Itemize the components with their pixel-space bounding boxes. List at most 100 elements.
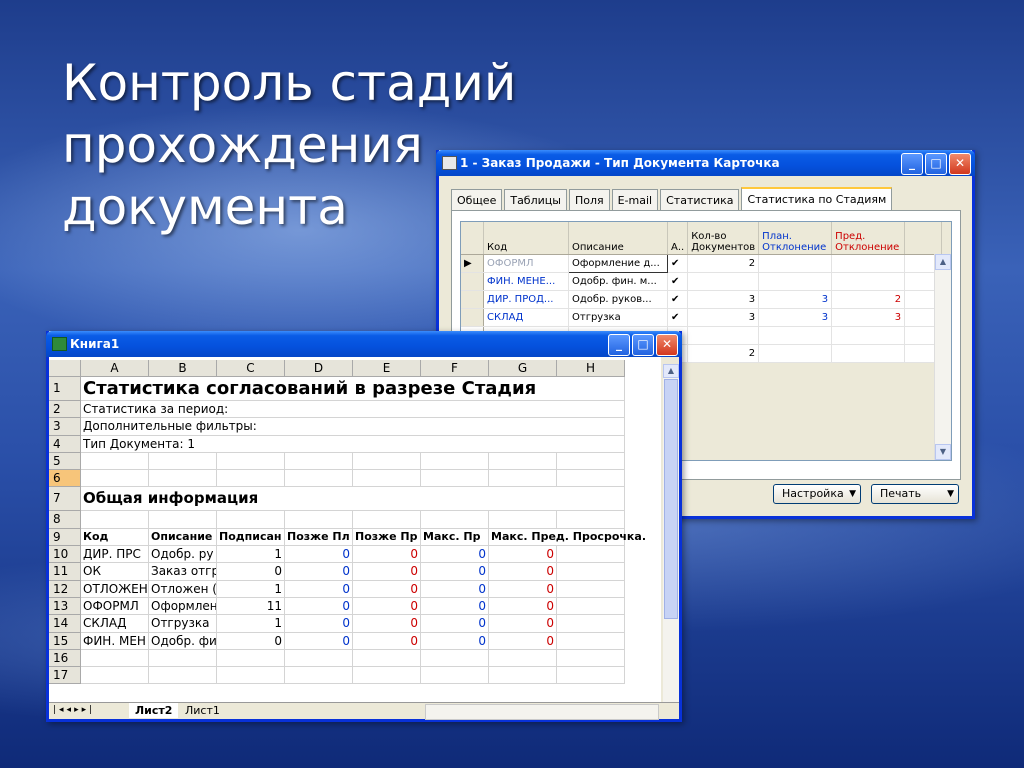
row-header[interactable]: 10	[49, 546, 81, 564]
tab-tables[interactable]: Таблицы	[504, 189, 567, 211]
cell-description[interactable]: Отгрузка	[149, 615, 217, 633]
cell-late-pred[interactable]: 0	[353, 580, 421, 598]
row-header[interactable]: 5	[49, 452, 81, 471]
row-header[interactable]: 1	[49, 377, 81, 401]
cell-code[interactable]: СКЛАД	[81, 615, 149, 633]
col-header-d[interactable]: D	[285, 360, 353, 377]
check-icon[interactable]: ✔	[667, 308, 689, 327]
cell-max-pred[interactable]: 0	[489, 632, 557, 650]
row-header-selected[interactable]: 6	[49, 470, 81, 488]
row-pointer-icon[interactable]: ▶	[461, 254, 484, 273]
cell-late-pred[interactable]: 0	[353, 546, 421, 564]
cell-description[interactable]: Оформление д...	[568, 254, 668, 273]
table-row[interactable]: ФИН. МЕНЕ... Одобр. фин. м... ✔	[461, 272, 943, 291]
tab-stage-statistics[interactable]: Статистика по Стадиям	[741, 187, 893, 212]
col-description[interactable]: Описание	[568, 222, 668, 255]
cell-description[interactable]: Одобр. фи	[149, 632, 217, 650]
sheet-nav-arrows-icon[interactable]: |◂◂▸▸|	[53, 703, 95, 718]
row-header[interactable]: 11	[49, 563, 81, 581]
cell-signed[interactable]: 1	[217, 580, 285, 598]
cell-signed[interactable]: 1	[217, 546, 285, 564]
cell-signed[interactable]: 1	[217, 615, 285, 633]
cell-code[interactable]: СКЛАД	[483, 308, 569, 327]
row-selector[interactable]	[461, 290, 484, 309]
cell-code[interactable]: ОФОРМЛ	[483, 254, 569, 273]
cell-late-plan[interactable]: 0	[285, 546, 353, 564]
col-plan-deviation[interactable]: План. Отклонение	[758, 222, 833, 255]
header-late-plan[interactable]: Позже Пл	[285, 528, 353, 547]
cell-late-plan[interactable]: 0	[285, 580, 353, 598]
section-title[interactable]: Общая информация	[81, 487, 625, 512]
check-icon[interactable]: ✔	[667, 254, 689, 273]
row-header[interactable]: 9	[49, 528, 81, 547]
cell-late-plan[interactable]: 0	[285, 615, 353, 633]
tab-general[interactable]: Общее	[451, 189, 503, 211]
row-header[interactable]: 17	[49, 667, 81, 685]
cell-max-plan[interactable]: 0	[421, 563, 489, 581]
row-selector[interactable]	[461, 272, 484, 291]
cell-description[interactable]: Отложен (	[149, 580, 217, 598]
close-button[interactable]: ✕	[656, 334, 678, 356]
col-header-g[interactable]: G	[489, 360, 557, 377]
cell-signed[interactable]: 0	[217, 632, 285, 650]
cell-max-plan[interactable]: 0	[421, 597, 489, 616]
cell-max-pred[interactable]: 0	[489, 597, 557, 616]
order-window-titlebar[interactable]: 1 - Заказ Продажи - Тип Документа Карточ…	[436, 150, 975, 176]
scroll-down-icon[interactable]: ▼	[935, 444, 951, 460]
row-header[interactable]: 13	[49, 597, 81, 616]
cell-max-plan[interactable]: 0	[421, 632, 489, 650]
sheet-tab-list2[interactable]: Лист2	[129, 703, 179, 718]
sheet-title[interactable]: Статистика согласований в разрезе Стадия	[81, 377, 625, 401]
table-row[interactable]: ДИР. ПРОД... Одобр. руков... ✔ 3 3 2	[461, 290, 943, 309]
sheet-vertical-scrollbar[interactable]: ▲	[663, 364, 679, 702]
cell-code[interactable]: ОФОРМЛ	[81, 597, 149, 616]
table-row[interactable]: ▶ ОФОРМЛ Оформление д... ✔ 2	[461, 254, 943, 273]
sheet-horizontal-scrollbar[interactable]	[425, 704, 659, 720]
cell-late-plan[interactable]: 0	[285, 632, 353, 650]
row-header[interactable]: 16	[49, 649, 81, 668]
close-button[interactable]: ✕	[949, 153, 971, 175]
cell-code[interactable]: ФИН. МЕНЕ...	[483, 272, 569, 291]
workbook-titlebar[interactable]: Книга1 _ □ ✕	[46, 331, 682, 357]
col-header-e[interactable]: E	[353, 360, 421, 377]
row-header[interactable]: 14	[49, 615, 81, 633]
header-description[interactable]: Описание	[149, 528, 217, 547]
col-pred-deviation[interactable]: Пред. Отклонение	[831, 222, 906, 255]
check-icon[interactable]: ✔	[667, 290, 689, 309]
check-icon[interactable]: ✔	[667, 272, 689, 291]
row-selector[interactable]	[461, 308, 484, 327]
cell-max-pred[interactable]: 0	[489, 615, 557, 633]
table-row[interactable]: СКЛАД Отгрузка ✔ 3 3 3	[461, 308, 943, 327]
select-all-corner[interactable]	[49, 360, 81, 377]
header-late-pred[interactable]: Позже Пр	[353, 528, 421, 547]
cell-description[interactable]: Оформлен	[149, 597, 217, 616]
minimize-button[interactable]: _	[608, 334, 630, 356]
cell-max-pred[interactable]: 0	[489, 563, 557, 581]
cell-description[interactable]: Заказ отгр	[149, 563, 217, 581]
row-header[interactable]: 12	[49, 580, 81, 598]
print-dropdown[interactable]: Печать ▼	[871, 484, 959, 504]
scroll-up-icon[interactable]: ▲	[935, 254, 951, 270]
col-header-h[interactable]: H	[557, 360, 625, 377]
cell-code[interactable]: ФИН. МЕН	[81, 632, 149, 650]
col-code[interactable]: Код	[483, 222, 569, 255]
stage-grid-scrollbar[interactable]: ▲ ▼	[934, 254, 951, 460]
cell-code[interactable]: ОК	[81, 563, 149, 581]
row-header[interactable]: 2	[49, 401, 81, 419]
cell-max-plan[interactable]: 0	[421, 546, 489, 564]
tab-fields[interactable]: Поля	[568, 189, 610, 211]
header-max-pred[interactable]: Макс. Пред. Просрочка.	[489, 528, 646, 547]
maximize-button[interactable]: □	[925, 153, 947, 175]
sheet-tab-list1[interactable]: Лист1	[179, 703, 226, 718]
cell-late-plan[interactable]: 0	[285, 597, 353, 616]
header-code[interactable]: Код	[81, 528, 149, 547]
col-header-c[interactable]: C	[217, 360, 285, 377]
cell-max-plan[interactable]: 0	[421, 615, 489, 633]
cell-code[interactable]: ДИР. ПРОД...	[483, 290, 569, 309]
cell-description[interactable]: Одобр. руков...	[568, 290, 668, 309]
cell-late-plan[interactable]: 0	[285, 563, 353, 581]
cell-signed[interactable]: 0	[217, 563, 285, 581]
cell-late-pred[interactable]: 0	[353, 563, 421, 581]
col-header-a[interactable]: A	[81, 360, 149, 377]
period-label[interactable]: Статистика за период:	[81, 401, 625, 419]
